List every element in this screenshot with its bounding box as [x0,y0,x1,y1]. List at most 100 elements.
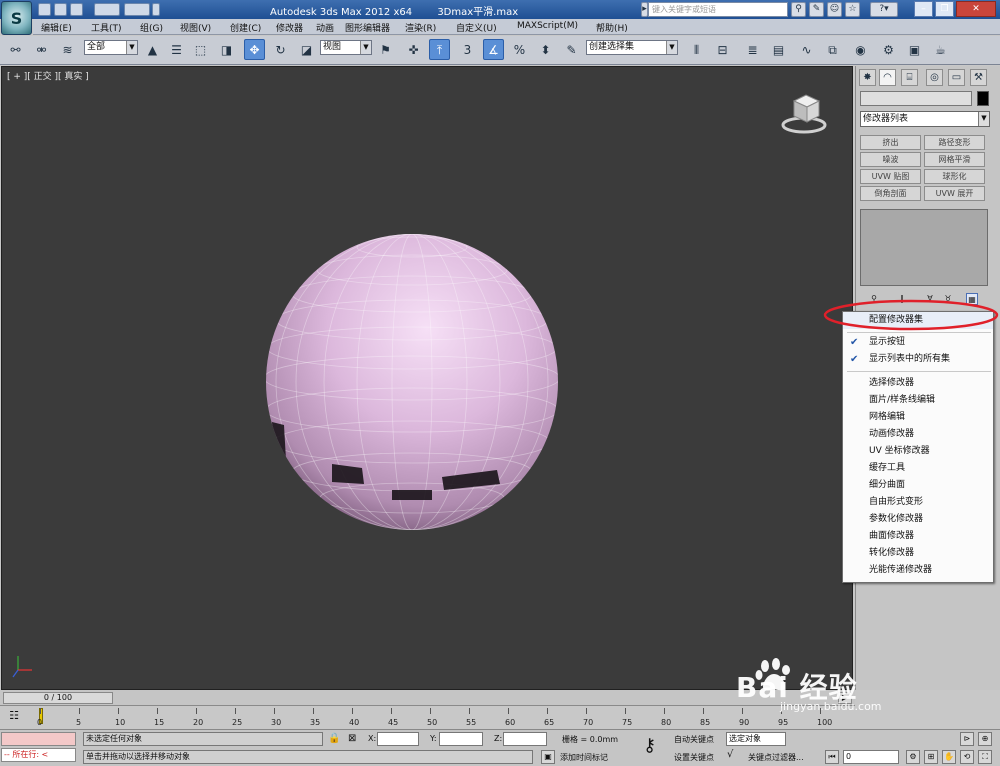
modifier-button[interactable]: 球形化 [924,169,985,184]
viewcube-icon[interactable] [781,92,831,136]
minimize-icon[interactable]: – [914,1,933,17]
modifier-list-dropdown[interactable]: 修改器列表 ▼ [860,111,990,127]
menu-item-parametric-modifiers[interactable]: 参数化修改器 [843,511,993,528]
app-logo-icon[interactable]: S [1,1,32,35]
menu-item-free-form-deformers[interactable]: 自由形式变形 [843,494,993,511]
hierarchy-tab-icon[interactable]: ⌸ [901,69,918,86]
quick-access-dropdown-icon[interactable] [152,3,160,16]
align-icon[interactable]: ⊟ [712,39,733,60]
time-configuration-icon[interactable]: ⚙ [906,750,920,764]
new-file-icon[interactable] [38,3,51,16]
favorites-icon[interactable]: ☆ [845,2,860,17]
perspective-viewport[interactable]: [ + ][ 正交 ][ 真实 ] [1,66,853,690]
selection-filter-dropdown[interactable]: 全部 ▼ [84,40,138,55]
menu-edit[interactable]: 编辑(E) [41,21,72,34]
mirror-icon[interactable]: ⫴ [686,39,707,60]
pivot-center-icon[interactable]: ⚑ [375,39,396,60]
select-and-scale-icon[interactable]: ◪ [296,39,317,60]
z-coordinate-input[interactable] [503,732,547,746]
spinner-snap-icon[interactable]: ⬍ [535,39,556,60]
menu-maxscript[interactable]: MAXScript(M) [517,21,578,31]
selection-set-dropdown[interactable]: 选定对象 [726,732,786,746]
binoculars-icon[interactable]: ⚲ [791,2,806,17]
close-icon[interactable]: ✕ [956,1,996,17]
named-selection-dropdown[interactable]: 创建选择集 ▼ [586,40,678,55]
menu-item-uv-coordinate-modifiers[interactable]: UV 坐标修改器 [843,443,993,460]
search-arrow-icon[interactable]: ▸ [641,2,648,17]
percent-snap-icon[interactable]: % [509,39,530,60]
y-coordinate-input[interactable] [439,732,483,746]
save-file-icon[interactable] [70,3,83,16]
select-manipulate-icon[interactable]: ✜ [403,39,424,60]
create-tab-icon[interactable]: ✸ [859,69,876,86]
material-editor-icon[interactable]: ◉ [850,39,871,60]
menu-item-radiosity-modifiers[interactable]: 光能传递修改器 [843,562,993,579]
zoom-all-icon[interactable]: ⊕ [978,732,992,746]
select-and-link-icon[interactable]: ⚯ [5,39,26,60]
rendered-frame-icon[interactable]: ▣ [904,39,925,60]
maximize-icon[interactable]: ❐ [935,1,954,17]
modifier-button[interactable]: 倒角剖面 [860,186,921,201]
unlink-icon[interactable]: ⚮ [31,39,52,60]
display-tab-icon[interactable]: ▭ [948,69,965,86]
viewport-label[interactable]: [ + ][ 正交 ][ 真实 ] [7,69,89,82]
menu-views[interactable]: 视图(V) [180,21,211,34]
menu-modifiers[interactable]: 修改器 [276,21,303,34]
reference-coordinate-dropdown[interactable]: 视图 ▼ [320,40,372,55]
window-crossing-icon[interactable]: ◨ [216,39,237,60]
add-time-tag-label[interactable]: 添加时间标记 [560,752,608,763]
undo-icon[interactable] [94,3,120,16]
modifier-button[interactable]: UVW 贴图 [860,169,921,184]
menu-item-cache-tools[interactable]: 缓存工具 [843,460,993,477]
menu-customize[interactable]: 自定义(U) [456,21,497,34]
maxscript-listener-input[interactable] [1,732,76,746]
community-icon[interactable]: ☺ [827,2,842,17]
track-bar[interactable]: ☷ 0 5 10 15 20 25 30 35 40 45 50 55 60 65 70 75 80 85 90 95… [0,705,855,729]
tools-icon[interactable]: ✎ [809,2,824,17]
auto-key-button[interactable]: 自动关键点 [674,734,714,745]
zoom-extents-icon[interactable]: ⊞ [924,750,938,764]
menu-item-mesh-editing[interactable]: 网格编辑 [843,409,993,426]
modifier-button[interactable]: 网格平滑 [924,152,985,167]
menu-item-conversion-modifiers[interactable]: 转化修改器 [843,545,993,562]
layer-manager-icon[interactable]: ≣ [742,39,763,60]
menu-item-show-buttons[interactable]: 显示按钮 [843,334,993,351]
maxscript-mini-listener[interactable]: -- 所在行: < [1,748,76,762]
sphere-object[interactable] [262,232,562,532]
help-icon[interactable]: ?▾ [870,2,898,17]
menu-create[interactable]: 创建(C) [230,21,261,34]
set-key-button[interactable]: 设置关键点 [674,752,714,763]
edit-named-selection-icon[interactable]: ✎ [561,39,582,60]
bind-space-warp-icon[interactable]: ≋ [57,39,78,60]
select-and-move-icon[interactable]: ✥ [244,39,265,60]
menu-group[interactable]: 组(G) [140,21,163,34]
orbit-icon[interactable]: ⟲ [960,750,974,764]
utilities-tab-icon[interactable]: ⚒ [970,69,987,86]
modifier-button[interactable]: UVW 展开 [924,186,985,201]
rectangular-selection-icon[interactable]: ⬚ [190,39,211,60]
open-file-icon[interactable] [54,3,67,16]
select-by-name-icon[interactable]: ☰ [166,39,187,60]
motion-tab-icon[interactable]: ◎ [926,69,943,86]
menu-item-patch-spline-editing[interactable]: 面片/样条线编辑 [843,392,993,409]
add-time-tag-icon[interactable]: ▣ [541,750,555,764]
keyboard-shortcut-override-icon[interactable]: ⤒ [429,39,450,60]
menu-item-animation-modifiers[interactable]: 动画修改器 [843,426,993,443]
field-of-view-icon[interactable]: ⊳ [960,732,974,746]
time-slider[interactable]: 0 / 100 [3,692,113,704]
modify-tab-icon[interactable]: ◠ [879,69,896,86]
pan-view-icon[interactable]: ✋ [942,750,956,764]
key-filters-button[interactable]: 关键点过滤器... [748,752,804,763]
menu-item-show-all-sets[interactable]: 显示列表中的所有集 [843,351,993,368]
select-and-rotate-icon[interactable]: ↻ [270,39,291,60]
search-input[interactable]: 键入关键字或短语 [648,2,788,17]
graphite-ribbon-icon[interactable]: ▤ [768,39,789,60]
menu-item-subdivision-surfaces[interactable]: 细分曲面 [843,477,993,494]
lock-selection-icon[interactable]: 🔒 [328,733,340,744]
menu-help[interactable]: 帮助(H) [596,21,628,34]
key-icon[interactable]: ⚷ [643,735,656,756]
schematic-view-icon[interactable]: ⧉ [822,39,843,60]
menu-graph-editors[interactable]: 图形编辑器 [345,21,390,34]
curve-editor-icon[interactable]: ∿ [796,39,817,60]
angle-snap-icon[interactable]: ∡ [483,39,504,60]
